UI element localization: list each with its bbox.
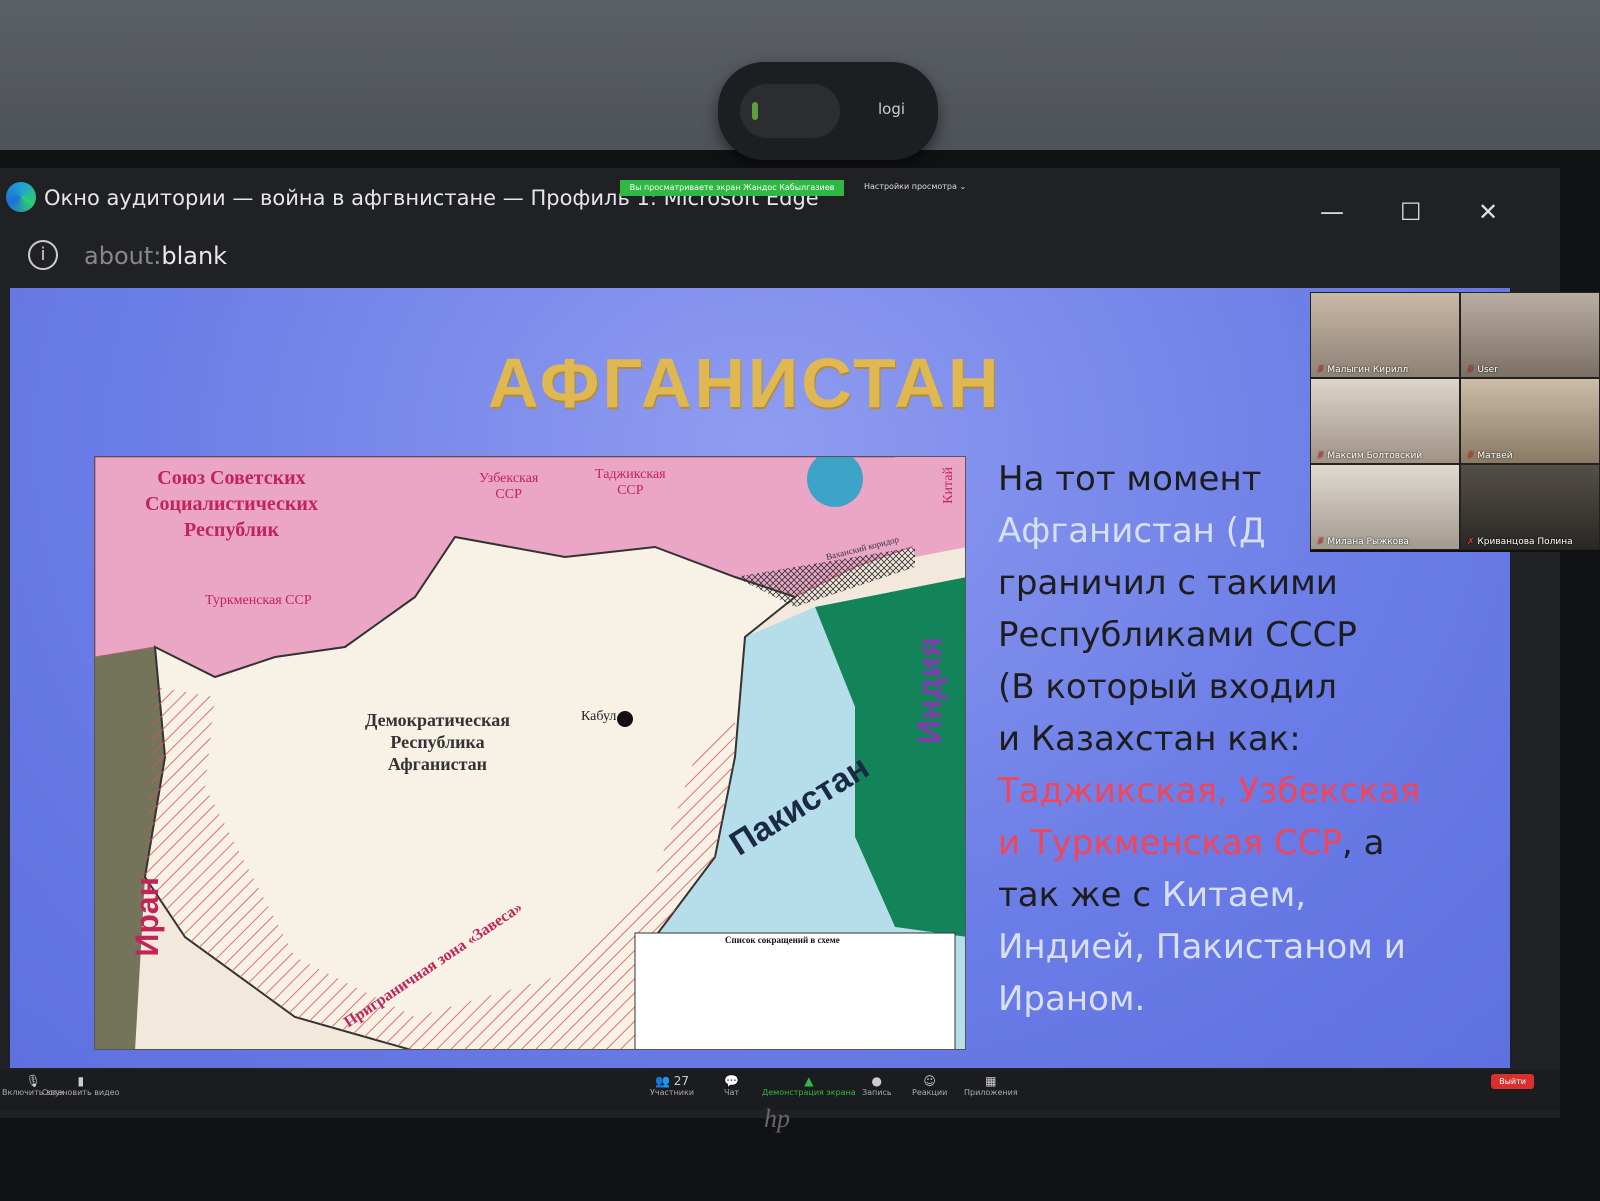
participant-tile[interactable]: Матвей: [1460, 378, 1600, 464]
chat-button[interactable]: 💬 Чат: [724, 1074, 739, 1097]
label-ussr: Союз Советских Социалистических Республи…: [145, 467, 318, 541]
label-dra: Демократическая Республика Афганистан: [365, 710, 510, 774]
address-bar: i about:blank: [0, 230, 1560, 280]
label-iran: Иран: [129, 877, 165, 957]
label-india: Индия: [911, 637, 949, 745]
camera-icon: ▮: [77, 1074, 85, 1088]
text-line: граничил с такими: [998, 563, 1338, 603]
text-fragment: Китаем,: [1161, 875, 1307, 915]
apps-icon: ▦: [985, 1074, 997, 1088]
webcam-brand: logi: [878, 100, 906, 118]
edge-browser-icon: [6, 182, 36, 212]
leave-button[interactable]: Выйти: [1491, 1074, 1534, 1089]
smile-icon: ☺: [923, 1074, 936, 1088]
participant-tile[interactable]: User: [1460, 292, 1600, 378]
slide-title: АФГАНИСТАН: [488, 344, 1002, 422]
window-titlebar: Окно аудитории — война в афгвнистане — П…: [0, 178, 1560, 228]
participant-tile[interactable]: Максим Болтовский: [1310, 378, 1460, 464]
legend-title: Список сокращений в схеме: [725, 935, 840, 945]
participant-tile[interactable]: Криванцова Полина: [1460, 464, 1600, 550]
participants-icon: 👥 27: [654, 1074, 690, 1088]
text-line: (В который входил: [998, 667, 1337, 707]
participants-button[interactable]: 👥 27 Участники: [650, 1074, 694, 1097]
map-graphic: [95, 457, 965, 1049]
label-turkmen: Туркменская ССР: [205, 593, 312, 608]
record-button[interactable]: ● Запись: [862, 1074, 892, 1097]
label-kabul: Кабул: [581, 709, 617, 724]
afghanistan-map: Союз Советских Социалистических Республи…: [94, 456, 966, 1050]
url-field[interactable]: about:blank: [84, 242, 227, 270]
record-icon: ●: [871, 1074, 883, 1088]
participant-tile[interactable]: Милана Рыжкова: [1310, 464, 1460, 550]
maximize-button[interactable]: ☐: [1400, 198, 1422, 226]
view-options-button[interactable]: Настройки просмотра ⌄: [864, 182, 966, 191]
label-china: Китай: [941, 467, 956, 504]
label-tajik: Таджикская ССР: [595, 467, 666, 498]
reactions-button[interactable]: ☺ Реакции: [912, 1074, 947, 1097]
close-button[interactable]: ✕: [1478, 198, 1498, 226]
video-button[interactable]: ▮ Остановить видео: [42, 1074, 119, 1097]
participant-gallery: Малыгин Кирилл User Максим Болтовский Ма…: [1310, 292, 1600, 552]
webcam: logi: [718, 62, 938, 160]
kabul-marker: [617, 711, 633, 727]
share-screen-button[interactable]: ▲ Демонстрация экрана: [762, 1074, 856, 1097]
text-fragment: так же с: [998, 875, 1162, 915]
apps-button[interactable]: ▦ Приложения: [964, 1074, 1018, 1097]
text-line: Республиками СССР: [998, 615, 1357, 655]
text-line: Ираном.: [998, 979, 1146, 1019]
screen-share-notice: Вы просматриваете экран Жандос Кабылгази…: [620, 180, 844, 196]
chat-icon: 💬: [724, 1074, 739, 1088]
share-screen-icon: ▲: [804, 1074, 814, 1088]
legend-box: [634, 932, 956, 1049]
presentation-slide: АФГАНИСТАН Союз Советских Социалистическ…: [10, 288, 1510, 1068]
minimize-button[interactable]: —: [1320, 198, 1344, 226]
webcam-led: [752, 102, 758, 120]
text-line: Индией, Пакистаном и: [998, 927, 1406, 967]
info-icon[interactable]: i: [28, 240, 58, 270]
text-line: и Казахстан как:: [998, 719, 1301, 759]
text-line-red: и Туркменская ССР: [998, 823, 1343, 863]
label-uzbek: Узбекская ССР: [479, 471, 539, 502]
hp-logo: hp: [764, 1104, 790, 1133]
text-line-red: Таджикская, Узбекская: [998, 771, 1421, 811]
text-fragment: , а: [1342, 823, 1385, 863]
participant-tile[interactable]: Малыгин Кирилл: [1310, 292, 1460, 378]
